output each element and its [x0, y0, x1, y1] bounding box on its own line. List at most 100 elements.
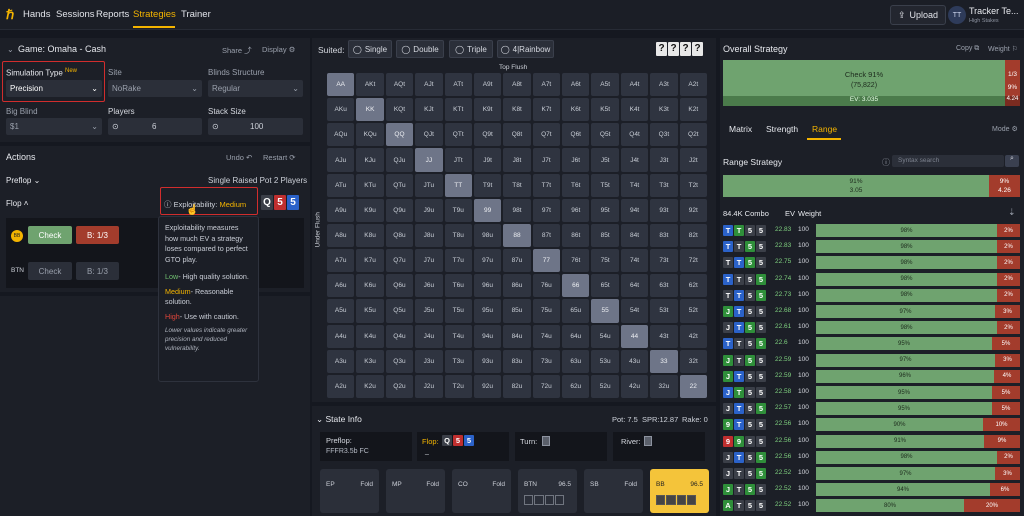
- matrix-cell[interactable]: K6u: [356, 274, 384, 298]
- mode-button[interactable]: Mode ⚙: [992, 125, 1018, 133]
- suited-rainbow[interactable]: ◯ 4|Rainbow: [497, 40, 554, 58]
- matrix-cell[interactable]: J6u: [415, 274, 443, 298]
- matrix-cell[interactable]: AQu: [327, 123, 355, 147]
- matrix-cell[interactable]: Q3t: [650, 123, 678, 147]
- matrix-cell[interactable]: J5u: [415, 299, 443, 323]
- matrix-cell[interactable]: ATt: [444, 73, 472, 97]
- matrix-cell[interactable]: J3t: [650, 148, 678, 172]
- preflop-toggle[interactable]: Preflop ⌄: [6, 176, 40, 185]
- matrix-cell[interactable]: T4t: [620, 173, 649, 197]
- matrix-cell[interactable]: 64t: [620, 274, 649, 298]
- position-card-bb[interactable]: BB 96.5: [650, 469, 709, 513]
- restart-button[interactable]: Restart ⟳: [263, 153, 296, 162]
- matrix-cell[interactable]: 54t: [620, 299, 649, 323]
- matrix-cell[interactable]: 75t: [591, 249, 619, 273]
- position-card-ep[interactable]: EP Fold: [320, 469, 379, 513]
- range-row[interactable]: JT55 22.52 100 94% 6%: [723, 483, 1020, 497]
- matrix-cell[interactable]: 93u: [473, 349, 502, 373]
- matrix-cell[interactable]: Q7u: [385, 249, 414, 273]
- app-logo[interactable]: ℏ: [6, 7, 18, 22]
- range-row[interactable]: TT55 22.6 100 95% 5%: [723, 337, 1020, 351]
- matrix-cell[interactable]: Q7t: [532, 123, 561, 147]
- matrix-cell[interactable]: K5u: [356, 299, 384, 323]
- matrix-cell[interactable]: K8u: [356, 223, 384, 248]
- flop-toggle[interactable]: Flop ˄: [6, 199, 28, 208]
- matrix-cell[interactable]: T5t: [591, 173, 619, 197]
- position-card-mp[interactable]: MP Fold: [386, 469, 445, 513]
- matrix-cell[interactable]: K7t: [532, 98, 561, 122]
- collapse-icon[interactable]: ⌄: [7, 45, 14, 54]
- matrix-cell[interactable]: 32u: [650, 374, 678, 398]
- matrix-cell[interactable]: 52u: [591, 374, 619, 398]
- matrix-cell[interactable]: A9u: [327, 198, 355, 222]
- matrix-cell[interactable]: T4u: [444, 324, 472, 348]
- position-card-btn[interactable]: BTN 96.5: [518, 469, 577, 513]
- matrix-cell[interactable]: Q2t: [679, 123, 707, 147]
- matrix-cell[interactable]: QJt: [415, 123, 443, 147]
- suited-single[interactable]: ◯ Single: [348, 40, 392, 58]
- matrix-cell[interactable]: 72t: [679, 249, 707, 273]
- search-icon[interactable]: ⌕: [1005, 155, 1019, 167]
- nav-trainer[interactable]: Trainer: [181, 9, 211, 20]
- matrix-cell[interactable]: ATu: [327, 173, 355, 197]
- matrix-cell[interactable]: 96t: [562, 198, 590, 222]
- matrix-cell[interactable]: QTu: [385, 173, 414, 197]
- matrix-cell[interactable]: 73u: [532, 349, 561, 373]
- matrix-cell[interactable]: KTu: [356, 173, 384, 197]
- matrix-cell[interactable]: 99: [473, 198, 502, 222]
- matrix-cell[interactable]: 76t: [562, 249, 590, 273]
- matrix-cell[interactable]: 53t: [650, 299, 678, 323]
- matrix-cell[interactable]: J4t: [620, 148, 649, 172]
- matrix-cell[interactable]: Q3u: [385, 349, 414, 373]
- matrix-cell[interactable]: 74u: [532, 324, 561, 348]
- matrix-cell[interactable]: 55: [591, 299, 619, 323]
- matrix-cell[interactable]: T7u: [444, 249, 472, 273]
- matrix-cell[interactable]: K7u: [356, 249, 384, 273]
- range-row[interactable]: JT55 22.52 100 97% 3%: [723, 467, 1020, 481]
- matrix-cell[interactable]: 63t: [650, 274, 678, 298]
- matrix-cell[interactable]: J7t: [532, 148, 561, 172]
- matrix-cell[interactable]: T6t: [562, 173, 590, 197]
- matrix-cell[interactable]: A3t: [650, 73, 678, 97]
- matrix-cell[interactable]: A5u: [327, 299, 355, 323]
- matrix-cell[interactable]: K8t: [503, 98, 531, 122]
- matrix-cell[interactable]: KK: [356, 98, 384, 122]
- matrix-cell[interactable]: 96u: [473, 274, 502, 298]
- matrix-cell[interactable]: QQ: [385, 123, 414, 147]
- matrix-cell[interactable]: 74t: [620, 249, 649, 273]
- nav-strategies[interactable]: Strategies: [133, 9, 176, 20]
- tab-strength[interactable]: Strength: [766, 124, 798, 134]
- matrix-cell[interactable]: 87t: [532, 223, 561, 248]
- matrix-cell[interactable]: 92t: [679, 198, 707, 222]
- display-button[interactable]: Display ⚙: [262, 45, 295, 54]
- matrix-cell[interactable]: Q6t: [562, 123, 590, 147]
- matrix-cell[interactable]: 64u: [562, 324, 590, 348]
- matrix-cell[interactable]: T3t: [650, 173, 678, 197]
- range-row[interactable]: TT55 22.83 100 98% 2%: [723, 240, 1020, 254]
- range-row[interactable]: TT55 22.73 100 98% 2%: [723, 288, 1020, 303]
- btn-bet-button[interactable]: B: 1/3: [76, 262, 119, 280]
- tab-range[interactable]: Range: [812, 124, 837, 134]
- matrix-cell[interactable]: 22: [679, 374, 707, 398]
- matrix-cell[interactable]: T6u: [444, 274, 472, 298]
- matrix-cell[interactable]: J7u: [415, 249, 443, 273]
- matrix-cell[interactable]: 65u: [562, 299, 590, 323]
- matrix-cell[interactable]: 65t: [591, 274, 619, 298]
- matrix-cell[interactable]: 85t: [591, 223, 619, 248]
- matrix-cell[interactable]: 75u: [532, 299, 561, 323]
- matrix-cell[interactable]: KQu: [356, 123, 384, 147]
- matrix-cell[interactable]: T2u: [444, 374, 472, 398]
- matrix-cell[interactable]: 72u: [532, 374, 561, 398]
- matrix-cell[interactable]: 62u: [562, 374, 590, 398]
- matrix-cell[interactable]: 54u: [591, 324, 619, 348]
- matrix-cell[interactable]: AQt: [385, 73, 414, 97]
- matrix-cell[interactable]: K2t: [679, 98, 707, 122]
- unknown-cards[interactable]: ????: [656, 42, 704, 56]
- players-input[interactable]: ⊙ 6: [108, 118, 202, 135]
- matrix-cell[interactable]: J8u: [415, 223, 443, 248]
- matrix-cell[interactable]: 43u: [620, 349, 649, 373]
- matrix-cell[interactable]: Q9u: [385, 198, 414, 222]
- matrix-cell[interactable]: 42t: [679, 324, 707, 348]
- matrix-cell[interactable]: T8t: [503, 173, 531, 197]
- matrix-cell[interactable]: T9u: [444, 198, 472, 222]
